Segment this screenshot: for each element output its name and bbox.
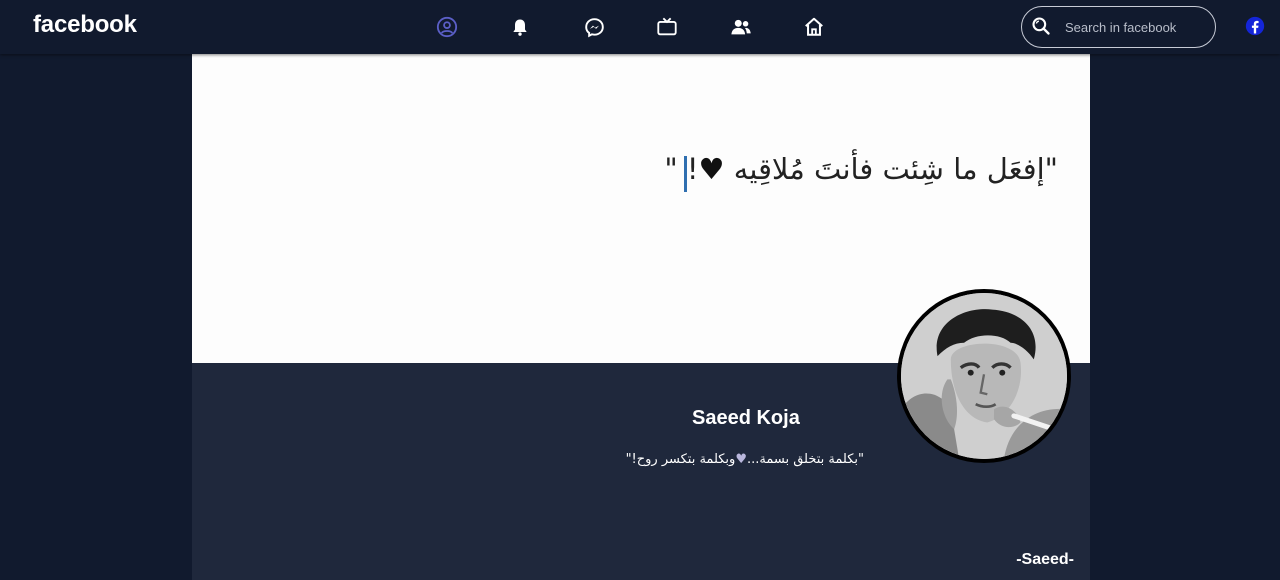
search-icon	[1032, 17, 1050, 35]
friends-nav-icon[interactable]	[729, 15, 753, 39]
bio-text-start: "بكلمة بتخلق بسمة...	[746, 452, 864, 467]
watch-icon[interactable]	[655, 15, 679, 39]
avatar[interactable]	[897, 289, 1071, 463]
facebook-logo-icon[interactable]	[1245, 16, 1265, 36]
notifications-icon[interactable]	[508, 15, 532, 39]
black-heart-icon: ♥	[698, 152, 725, 186]
messenger-icon	[584, 17, 604, 37]
text-cursor	[684, 156, 687, 192]
tv-icon	[657, 17, 677, 36]
person-portrait-icon	[901, 293, 1067, 459]
profile-name[interactable]: Saeed Koja	[692, 407, 800, 430]
search-box[interactable]	[1021, 6, 1216, 48]
profile-card: "إفعَل ما شِئت فأنتَ مُلاقِيه ♥! " Saeed…	[192, 54, 1090, 580]
cover-quote-text: "إفعَل ما شِئت فأنتَ مُلاقِيه	[724, 152, 1058, 186]
profile-icon[interactable]	[435, 15, 459, 39]
search-input[interactable]	[1065, 18, 1205, 36]
facebook-logo[interactable]: facebook	[33, 11, 137, 39]
cover-quote-end: ! "	[664, 152, 699, 186]
friends-icon	[731, 19, 751, 35]
bell-icon	[513, 19, 527, 36]
top-navigation-bar: facebook	[0, 0, 1280, 54]
profile-signature: -Saeed-	[1016, 551, 1074, 568]
home-icon	[805, 17, 823, 36]
home-nav-icon[interactable]	[802, 15, 826, 39]
user-circle-icon	[436, 16, 458, 38]
profile-bio: "بكلمة بتخلق بسمة...♥وبكلمة بتكسر روح!"	[626, 452, 864, 467]
cover-quote: "إفعَل ما شِئت فأنتَ مُلاقِيه ♥! "	[664, 152, 1058, 186]
purple-heart-icon: ♥	[735, 452, 747, 467]
avatar-photo	[901, 293, 1067, 459]
bio-text-end: وبكلمة بتكسر روح!"	[625, 452, 736, 467]
messenger-nav-icon[interactable]	[582, 15, 606, 39]
